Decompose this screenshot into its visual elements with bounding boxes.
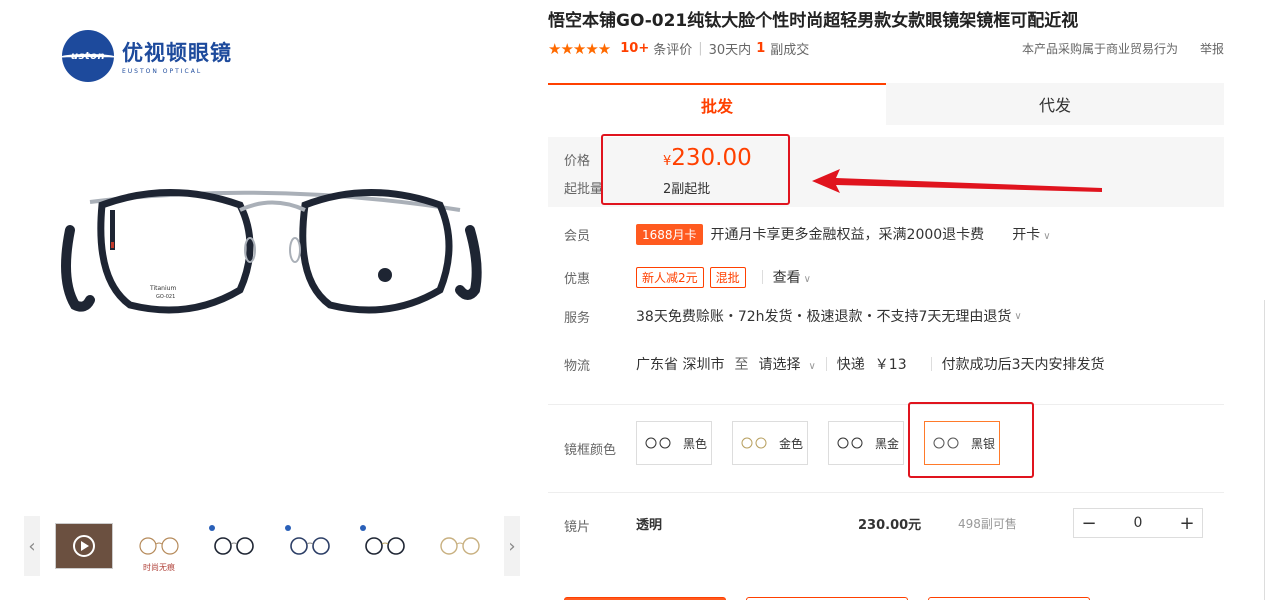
express-label: 快递 — [836, 357, 865, 373]
thumbnail-video[interactable] — [54, 523, 113, 569]
to-label: 至 — [734, 357, 749, 373]
arrow-annotation-icon — [812, 169, 1102, 193]
purchase-note: 本产品采购属于商业贸易行为 — [1021, 42, 1178, 56]
price-label: 价格 — [564, 154, 591, 169]
thumbnail-image[interactable] — [356, 523, 414, 569]
view-discounts-link[interactable]: 查看 ∨ — [773, 267, 811, 287]
review-label[interactable]: 条评价 — [653, 39, 692, 58]
chevron-down-icon: ∨ — [1043, 231, 1051, 242]
chevron-down-icon: ∨ — [803, 274, 811, 285]
discount-tag-mixed: 混批 — [709, 266, 746, 288]
brand-logo: uston 优视顿眼镜 EUSTON OPTICAL — [58, 30, 232, 82]
chevron-left-icon: ‹ — [28, 535, 36, 557]
sold-prefix: 30天内 — [708, 43, 752, 58]
rating-row: ★★★★★ 10+ 条评价 | 30天内 1 副成交 本产品采购属于商业贸易行为… — [548, 39, 1224, 59]
star-rating-icon: ★★★★★ — [548, 39, 611, 58]
destination-select[interactable]: 请选择 ∨ — [758, 354, 815, 374]
service-text: 38天免费赊账・72h发货・极速退款・不支持7天无理由退货 — [636, 309, 1012, 325]
frame-color-label: 镜框颜色 — [564, 442, 617, 458]
scrollbar-track[interactable] — [1264, 300, 1265, 600]
shipping-fee: ￥13 — [874, 357, 907, 373]
lens-price: 230.00元 — [858, 517, 922, 533]
service-row: 服务 38天免费赊账・72h发货・极速退款・不支持7天无理由退货 ∨ — [548, 304, 1224, 328]
brand-name-en: EUSTON OPTICAL — [122, 68, 203, 75]
logistics-row: 物流 广东省 深圳市 至 请选择 ∨ 快递 ￥13 付款成功后3天内安排发货 — [548, 352, 1224, 376]
report-link[interactable]: 举报 — [1200, 40, 1224, 57]
brand-name-cn: 优视顿眼镜 — [122, 41, 232, 65]
price-highlight-annotation — [601, 134, 790, 205]
monthly-card-badge: 1688月卡 — [636, 223, 703, 245]
purchase-mode-tabs: 批发 代发 — [548, 83, 1224, 125]
chevron-right-icon: › — [508, 535, 516, 557]
color-option[interactable]: 黑色 — [636, 421, 712, 465]
decrement-button[interactable]: − — [1074, 513, 1104, 534]
quantity-input[interactable]: 0 — [1104, 515, 1172, 531]
tab-wholesale[interactable]: 批发 — [548, 83, 886, 125]
member-text: 开通月卡享更多金融权益，采满2000退卡费 — [710, 227, 985, 243]
tab-dropship[interactable]: 代发 — [886, 83, 1224, 125]
color-highlight-annotation — [908, 402, 1034, 478]
ship-from: 广东省 深圳市 — [636, 357, 725, 373]
review-count[interactable]: 10+ — [620, 41, 649, 56]
brand-logo-mark: uston — [58, 30, 118, 82]
thumbnail-strip: ‹ 时尚无痕 › — [24, 516, 520, 576]
svg-text:Titanium: Titanium — [149, 285, 176, 292]
increment-button[interactable]: + — [1172, 513, 1202, 534]
delivery-note: 付款成功后3天内安排发货 — [941, 357, 1105, 373]
thumb-prev-button[interactable]: ‹ — [24, 516, 40, 576]
member-row: 会员 1688月卡 开通月卡享更多金融权益，采满2000退卡费 开卡 ∨ — [548, 222, 1224, 246]
discount-row: 优惠 新人减2元 混批 查看 ∨ — [548, 265, 1224, 289]
member-label: 会员 — [564, 228, 591, 244]
thumbnail-image[interactable]: 时尚无痕 — [130, 523, 188, 572]
svg-text:GO-021: GO-021 — [156, 294, 175, 300]
lens-name: 透明 — [636, 517, 663, 533]
color-option[interactable]: 金色 — [732, 421, 808, 465]
product-page: uston 优视顿眼镜 EUSTON OPTICAL Titanium GO-0… — [0, 0, 1266, 600]
service-label: 服务 — [564, 310, 591, 326]
logistics-label: 物流 — [564, 358, 591, 374]
lens-label: 镜片 — [564, 520, 591, 535]
chevron-down-icon[interactable]: ∨ — [1014, 311, 1021, 322]
quantity-stepper: − 0 + — [1073, 508, 1203, 538]
lens-row: 镜片 透明 230.00元 498副可售 − 0 + — [548, 508, 1224, 538]
discount-label: 优惠 — [564, 271, 591, 287]
main-product-image[interactable]: Titanium GO-021 — [50, 150, 490, 350]
thumbnail-image[interactable] — [281, 523, 339, 569]
thumbnail-image[interactable] — [431, 523, 489, 569]
thumbnail-image[interactable] — [205, 523, 263, 569]
lens-stock: 498副可售 — [958, 516, 1017, 531]
chevron-down-icon: ∨ — [808, 361, 816, 372]
discount-tag-newuser: 新人减2元 — [636, 266, 704, 288]
color-option[interactable]: 黑金 — [828, 421, 904, 465]
product-title: 悟空本铺GO-021纯钛大脸个性时尚超轻男款女款眼镜架镜框可配近视 — [548, 11, 1079, 31]
open-card-link[interactable]: 开卡 ∨ — [1012, 224, 1050, 244]
product-gallery: uston 优视顿眼镜 EUSTON OPTICAL Titanium GO-0… — [0, 0, 530, 600]
moq-label: 起批量 — [564, 182, 604, 197]
play-icon — [72, 535, 95, 557]
sold-suffix: 副成交 — [770, 43, 810, 58]
thumb-next-button[interactable]: › — [504, 516, 520, 576]
sold-count: 1 — [756, 41, 766, 56]
